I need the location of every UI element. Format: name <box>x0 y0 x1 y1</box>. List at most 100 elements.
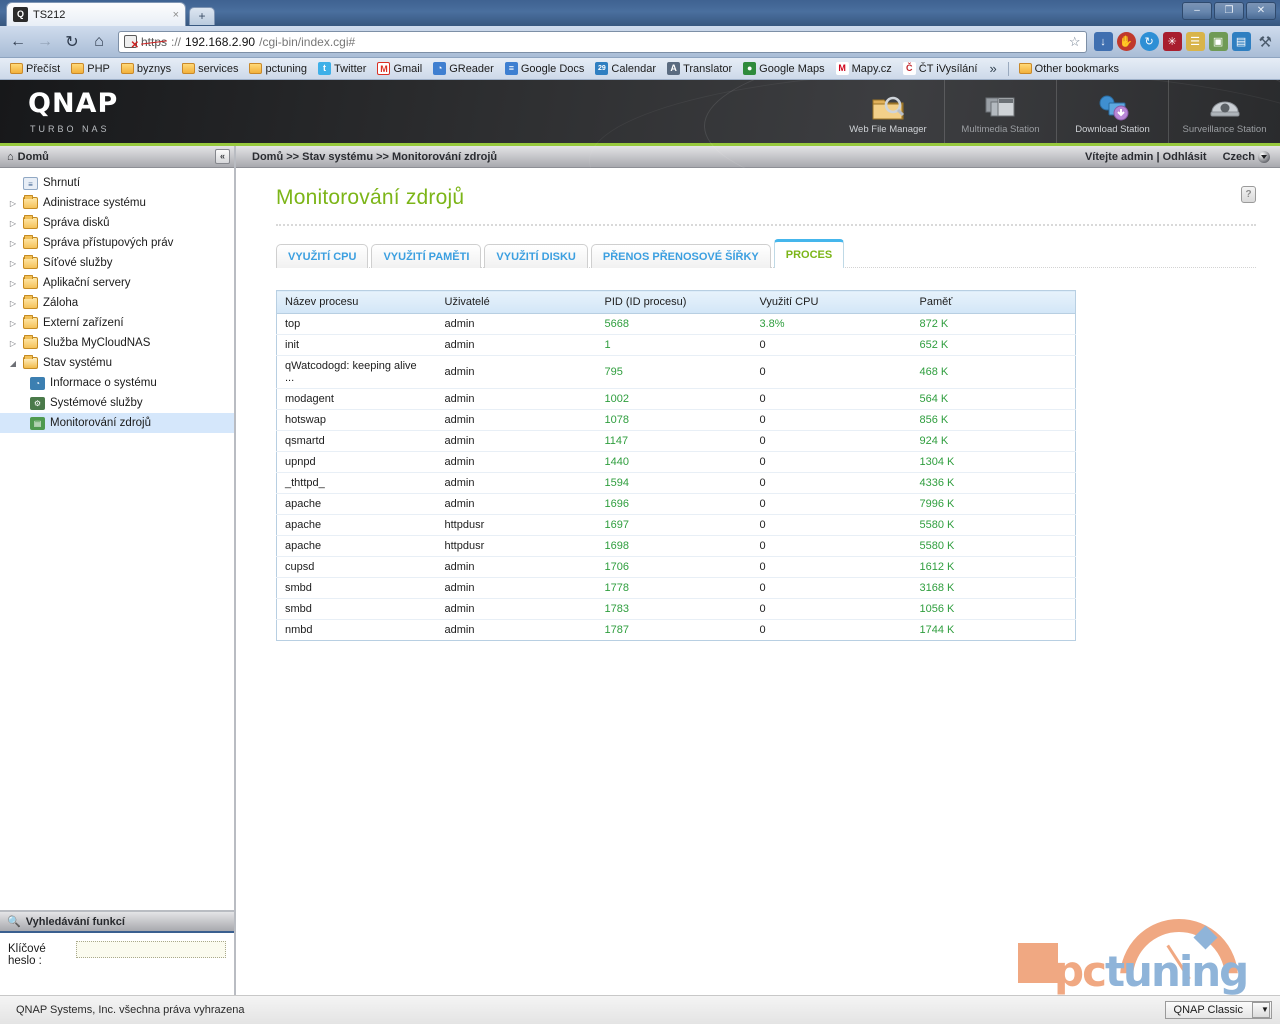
table-row[interactable]: smbd admin 1783 0 1056 K <box>276 598 1076 620</box>
table-row[interactable]: top admin 5668 3.8% 872 K <box>276 313 1076 335</box>
tab-vyuziti-cpu[interactable]: VYUŽITÍ CPU <box>276 244 369 268</box>
theme-select-value: QNAP Classic <box>1173 1004 1243 1016</box>
tab-proces[interactable]: PROCES <box>773 239 845 268</box>
screen-icon[interactable]: ▣ <box>1208 32 1228 51</box>
table-row[interactable]: upnpd admin 1440 0 1304 K <box>276 451 1076 473</box>
bookmark-item[interactable]: Č ČT iVysílání <box>899 61 982 76</box>
table-row[interactable]: nmbd admin 1787 0 1744 K <box>277 620 1076 641</box>
banner-app-multimedia-station[interactable]: Multimedia Station <box>944 80 1056 143</box>
bookmark-item[interactable]: t Twitter <box>314 61 370 76</box>
bookmark-label: Translator <box>683 62 733 75</box>
table-row[interactable]: _thttpd_ admin 1594 0 4336 K <box>276 472 1076 494</box>
sidebar-item-systemove-sluzby[interactable]: ⚙ Systémové služby <box>0 393 234 413</box>
sidebar-item-administrace-systemu[interactable]: ▷ Adinistrace systému <box>0 193 234 213</box>
forward-button[interactable]: → <box>33 30 57 54</box>
banner-app-download-station[interactable]: Download Station <box>1056 80 1168 143</box>
bookmarks-overflow-icon[interactable]: » <box>984 61 1001 76</box>
table-row[interactable]: cupsd admin 1706 0 1612 K <box>276 556 1076 578</box>
expand-arrow-icon[interactable]: ▷ <box>8 299 18 308</box>
column-header-cpu-usage[interactable]: Využití CPU <box>751 290 912 314</box>
expand-arrow-icon[interactable]: ▷ <box>8 259 18 268</box>
bookmark-star-icon[interactable]: ☆ <box>1069 34 1081 50</box>
sidebar-item-aplikacni-servery[interactable]: ▷ Aplikační servery <box>0 273 234 293</box>
bookmark-item[interactable]: byznys <box>117 62 175 76</box>
expand-arrow-icon[interactable]: ▷ <box>8 319 18 328</box>
help-button[interactable]: ? <box>1241 186 1256 203</box>
table-row[interactable]: smbd admin 1778 0 3168 K <box>276 577 1076 599</box>
banner-app-web-file-manager[interactable]: Web File Manager <box>832 80 944 143</box>
tab-vyuziti-disku[interactable]: VYUŽITÍ DISKU <box>484 244 588 268</box>
column-header-pid[interactable]: PID (ID procesu) <box>596 290 752 314</box>
keyword-input[interactable] <box>76 941 226 958</box>
bookmark-item[interactable]: ≡ Google Docs <box>501 61 589 76</box>
bookmark-item[interactable]: pctuning <box>245 62 311 76</box>
table-row[interactable]: hotswap admin 1078 0 856 K <box>276 409 1076 431</box>
bookmark-item[interactable]: ◔ GReader <box>429 61 498 76</box>
adblock-stop-icon[interactable]: ✋ <box>1116 32 1136 51</box>
cell-pid: 1 <box>596 334 752 356</box>
expand-arrow-icon[interactable]: ▷ <box>8 339 18 348</box>
browser-tab[interactable]: Q TS212 × <box>6 2 186 26</box>
table-row[interactable]: init admin 1 0 652 K <box>276 334 1076 356</box>
expand-arrow-icon[interactable]: ▷ <box>8 199 18 208</box>
sidebar-item-sprava-pristupovych-prav[interactable]: ▷ Správa přístupových práv <box>0 233 234 253</box>
table-row[interactable]: qWatcodogd: keeping alive ... admin 795 … <box>276 355 1076 389</box>
table-row[interactable]: apache httpdusr 1697 0 5580 K <box>276 514 1076 536</box>
table-row[interactable]: modagent admin 1002 0 564 K <box>276 388 1076 410</box>
back-button[interactable]: ← <box>6 30 30 54</box>
sidebar-item-informace-o-systemu[interactable]: ◔ Informace o systému <box>0 373 234 393</box>
expand-arrow-icon[interactable]: ▷ <box>8 219 18 228</box>
table-row[interactable]: apache admin 1696 0 7996 K <box>276 493 1076 515</box>
other-bookmarks-button[interactable]: Other bookmarks <box>1015 62 1123 76</box>
bookmark-item[interactable]: 29 Calendar <box>591 61 660 76</box>
sidebar-item-stav-systemu[interactable]: ◢ Stav systému <box>0 353 234 373</box>
notes-icon[interactable]: ☰ <box>1185 32 1205 51</box>
tab-vyuziti-pameti[interactable]: VYUŽITÍ PAMĚTI <box>371 244 482 268</box>
sidebar-item-sitove-sluzby[interactable]: ▷ Síťové služby <box>0 253 234 273</box>
banner-app-surveillance-station[interactable]: Surveillance Station <box>1168 80 1280 143</box>
theme-select[interactable]: QNAP Classic ▼ <box>1164 1001 1272 1019</box>
table-row[interactable]: qsmartd admin 1147 0 924 K <box>276 430 1076 452</box>
new-tab-button[interactable]: + <box>189 7 215 25</box>
cell-cpu: 0 <box>751 577 912 599</box>
close-button[interactable]: ✕ <box>1246 2 1276 20</box>
maximize-button[interactable]: ❐ <box>1214 2 1244 20</box>
sync-icon[interactable]: ↻ <box>1139 32 1159 51</box>
asterisk-icon[interactable]: ✳ <box>1162 32 1182 51</box>
sidebar-item-sluzba-mycloudnas[interactable]: ▷ Služba MyCloudNAS <box>0 333 234 353</box>
table-row[interactable]: apache httpdusr 1698 0 5580 K <box>276 535 1076 557</box>
tab-prenos-prenosove-sirky[interactable]: PŘENOS PŘENOSOVÉ ŠÍŘKY <box>590 244 771 268</box>
bookmark-item[interactable]: A Translator <box>663 61 736 76</box>
sidebar-collapse-button[interactable]: « <box>215 149 230 164</box>
home-button[interactable]: ⌂ <box>87 30 111 54</box>
bookmark-label: byznys <box>136 62 172 75</box>
chrome-menu-icon[interactable]: ⚒ <box>1259 33 1272 51</box>
address-bar[interactable]: https://192.168.2.90/cgi-bin/index.cgi# … <box>118 30 1087 53</box>
download-icon[interactable]: ↓ <box>1093 32 1113 51</box>
bookmark-item[interactable]: M Gmail <box>373 61 426 76</box>
reload-button[interactable]: ↻ <box>60 30 84 54</box>
tab-close-icon[interactable]: × <box>173 9 179 21</box>
column-header-process-name[interactable]: Název procesu <box>276 290 437 314</box>
column-header-users[interactable]: Uživatelé <box>436 290 597 314</box>
calendar-icon[interactable]: ▤ <box>1231 32 1251 51</box>
bookmark-item[interactable]: PHP <box>67 62 114 76</box>
expand-arrow-icon[interactable]: ▷ <box>8 239 18 248</box>
column-header-memory[interactable]: Paměť <box>911 290 1076 314</box>
sidebar-item-zaloha[interactable]: ▷ Záloha <box>0 293 234 313</box>
collapse-arrow-icon[interactable]: ◢ <box>8 359 18 368</box>
sidebar-item-externi-zarizeni[interactable]: ▷ Externí zařízení <box>0 313 234 333</box>
expand-arrow-icon[interactable]: ▷ <box>8 279 18 288</box>
bookmark-item[interactable]: M Mapy.cz <box>832 61 896 76</box>
sidebar-item-shrnuti[interactable]: ▷ ≡ Shrnutí <box>0 173 234 193</box>
sidebar-item-label: Monitorování zdrojů <box>50 417 151 429</box>
bookmark-item[interactable]: Přečíst <box>6 62 64 76</box>
insecure-lock-icon[interactable] <box>124 35 139 51</box>
bookmark-item[interactable]: ● Google Maps <box>739 61 828 76</box>
chevron-down-icon[interactable]: ▼ <box>1252 1002 1270 1018</box>
bookmark-item[interactable]: services <box>178 62 242 76</box>
breadcrumb[interactable]: Domů >> Stav systému >> Monitorování zdr… <box>252 151 497 163</box>
sidebar-item-sprava-disku[interactable]: ▷ Správa disků <box>0 213 234 233</box>
minimize-button[interactable]: – <box>1182 2 1212 20</box>
sidebar-item-monitorovani-zdroju[interactable]: ▤ Monitorování zdrojů <box>0 413 234 433</box>
